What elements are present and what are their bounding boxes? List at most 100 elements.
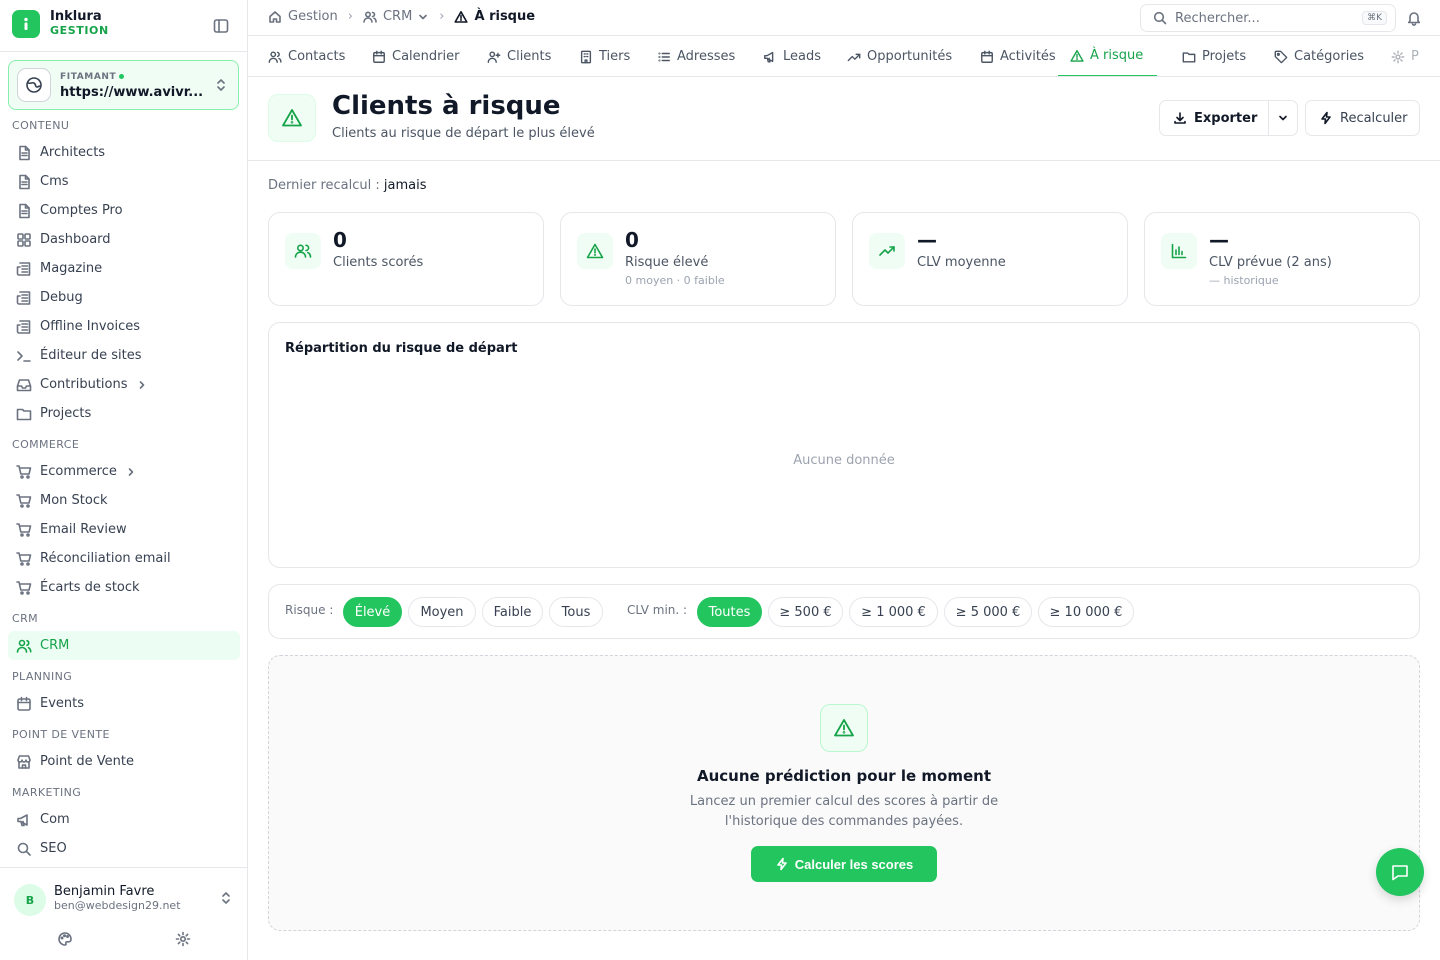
bell-icon[interactable] bbox=[1406, 10, 1422, 26]
tab-a-risque[interactable]: À risque bbox=[1058, 36, 1158, 76]
export-button[interactable]: Exporter bbox=[1159, 100, 1298, 136]
tab-p[interactable]: P bbox=[1391, 36, 1419, 76]
breadcrumb-crm[interactable]: CRM bbox=[363, 9, 429, 24]
sidebar-item-ecarts-de-stock[interactable]: Écarts de stock bbox=[8, 573, 240, 602]
brand[interactable]: Inklura GESTION bbox=[12, 10, 109, 38]
search-box[interactable]: ⌘K bbox=[1140, 4, 1396, 32]
building-icon bbox=[580, 50, 592, 63]
megaphone-icon bbox=[17, 813, 28, 826]
terminal-icon bbox=[17, 350, 31, 362]
breadcrumb-gestion[interactable]: Gestion bbox=[268, 9, 338, 24]
sidebar-item-ecommerce[interactable]: Ecommerce bbox=[8, 457, 240, 486]
tab-contacts[interactable]: Contacts bbox=[268, 36, 346, 76]
tab-categories[interactable]: Catégories bbox=[1274, 36, 1365, 76]
clv-filter-chip[interactable]: ≥ 500 € bbox=[768, 597, 843, 627]
sidebar-toggle-icon[interactable] bbox=[212, 17, 230, 35]
sidebar-item-reconciliation-email[interactable]: Réconciliation email bbox=[8, 544, 240, 573]
sidebar-item-label: SEO bbox=[40, 841, 67, 856]
risk-filter-chip[interactable]: Faible bbox=[482, 597, 543, 627]
sidebar-item-dashboard[interactable]: Dashboard bbox=[8, 225, 240, 254]
sidebar-item-offline-invoices[interactable]: Offline Invoices bbox=[8, 312, 240, 341]
panel-title: Répartition du risque de départ bbox=[285, 341, 518, 356]
tab-label: Tiers bbox=[599, 49, 631, 64]
sidebar-item-crm[interactable]: CRM bbox=[8, 631, 240, 660]
cart-icon bbox=[16, 580, 32, 595]
sidebar-item-label: Écarts de stock bbox=[40, 580, 140, 595]
stat-card-scored: 0 Clients scorés bbox=[268, 212, 544, 306]
clv-filter-chip[interactable]: Toutes bbox=[697, 597, 762, 627]
sidebar-item-label: Email Review bbox=[40, 522, 127, 537]
tab-label: Leads bbox=[783, 49, 822, 64]
shortcut-badge: ⌘K bbox=[1362, 11, 1387, 25]
sidebar-item-label: Projects bbox=[40, 406, 92, 421]
chevron-right-icon bbox=[128, 467, 134, 476]
clv-filter-chip[interactable]: ≥ 1 000 € bbox=[849, 597, 938, 627]
sidebar-item-label: Point de Vente bbox=[40, 754, 135, 769]
sidebar-item-architects[interactable]: Architects bbox=[8, 138, 240, 167]
tab-label: Opportunités bbox=[867, 49, 953, 64]
status-dot bbox=[119, 74, 125, 79]
brand-name: Inklura bbox=[50, 9, 102, 24]
sidebar-item-point-de-vente[interactable]: Point de Vente bbox=[8, 747, 240, 776]
store-icon bbox=[17, 754, 31, 769]
stat-value: — bbox=[917, 228, 937, 252]
sidebar-item-label: Comptes Pro bbox=[40, 203, 123, 218]
tab-projets[interactable]: Projets bbox=[1182, 36, 1246, 76]
site-switcher[interactable]: FITAMANT https://www.avivr... bbox=[8, 60, 239, 110]
chat-button[interactable] bbox=[1376, 848, 1424, 896]
sidebar-item-debug[interactable]: Debug bbox=[8, 283, 240, 312]
sidebar-item-contributions[interactable]: Contributions bbox=[8, 370, 240, 399]
gear-icon[interactable] bbox=[175, 931, 191, 947]
risk-filter-chip[interactable]: Élevé bbox=[343, 597, 402, 627]
stat-label: CLV prévue (2 ans) bbox=[1209, 255, 1332, 270]
tab-label: Catégories bbox=[1294, 49, 1365, 64]
sidebar-item-label: Réconciliation email bbox=[40, 551, 171, 566]
empty-description: Lancez un premier calcul des scores à pa… bbox=[689, 794, 999, 829]
tag-icon bbox=[1274, 50, 1288, 63]
sidebar-item-email-review[interactable]: Email Review bbox=[8, 515, 240, 544]
empty-title: Aucune prédiction pour le moment bbox=[697, 767, 991, 785]
tab-opportunites[interactable]: Opportunités bbox=[847, 36, 953, 76]
chevron-down-icon[interactable] bbox=[1277, 112, 1289, 124]
palette-icon[interactable] bbox=[57, 931, 73, 947]
stat-note: 0 moyen · 0 faible bbox=[625, 274, 725, 287]
sidebar-item-mon-stock[interactable]: Mon Stock bbox=[8, 486, 240, 515]
tab-leads[interactable]: Leads bbox=[763, 36, 822, 76]
sidebar-item-events[interactable]: Events bbox=[8, 689, 240, 718]
sidebar-item-seo[interactable]: SEO bbox=[8, 834, 240, 863]
chevron-right-icon: › bbox=[347, 9, 353, 24]
tab-tiers[interactable]: Tiers bbox=[579, 36, 631, 76]
sidebar-item-comptes-pro[interactable]: Comptes Pro bbox=[8, 196, 240, 225]
calculate-scores-button[interactable]: Calculer les scores bbox=[751, 846, 937, 882]
alert-icon bbox=[820, 704, 868, 752]
list-icon bbox=[658, 51, 670, 62]
recalculate-button[interactable]: Recalculer bbox=[1305, 100, 1420, 136]
bar-chart-icon bbox=[1161, 233, 1197, 269]
sidebar-item-label: Magazine bbox=[40, 261, 103, 276]
user-menu[interactable]: B Benjamin Favre ben@webdesign29.net bbox=[0, 867, 248, 960]
chevron-right-icon: › bbox=[439, 9, 445, 24]
sidebar-item-magazine[interactable]: Magazine bbox=[8, 254, 240, 283]
sidebar-item-projects[interactable]: Projects bbox=[8, 399, 240, 428]
tab-activites[interactable]: Activités bbox=[980, 36, 1056, 76]
tab-label: Contacts bbox=[288, 49, 346, 64]
sidebar-item-com[interactable]: Com bbox=[8, 805, 240, 834]
stat-card-high-risk: 0 Risque élevé 0 moyen · 0 faible bbox=[560, 212, 836, 306]
clv-filter-chip[interactable]: ≥ 10 000 € bbox=[1038, 597, 1134, 627]
download-icon bbox=[1174, 112, 1186, 124]
search-icon bbox=[17, 842, 31, 856]
risk-filter-label: Risque : bbox=[285, 603, 334, 617]
tab-calendrier[interactable]: Calendrier bbox=[372, 36, 459, 76]
risk-filter-chip[interactable]: Tous bbox=[549, 597, 603, 627]
clv-filter-chip[interactable]: ≥ 5 000 € bbox=[944, 597, 1032, 627]
sidebar-section-title: PLANNING bbox=[12, 670, 73, 683]
stat-card-clv-forecast: — CLV prévue (2 ans) — historique bbox=[1144, 212, 1420, 306]
tab-clients[interactable]: Clients bbox=[487, 36, 551, 76]
risk-filter-chip[interactable]: Moyen bbox=[408, 597, 476, 627]
search-input[interactable] bbox=[1175, 10, 1355, 26]
globe-icon bbox=[17, 68, 51, 102]
sidebar-item-cms[interactable]: Cms bbox=[8, 167, 240, 196]
sidebar-item-editeur-de-sites[interactable]: Éditeur de sites bbox=[8, 341, 240, 370]
brand-sub: GESTION bbox=[50, 24, 109, 37]
tab-adresses[interactable]: Adresses bbox=[657, 36, 735, 76]
